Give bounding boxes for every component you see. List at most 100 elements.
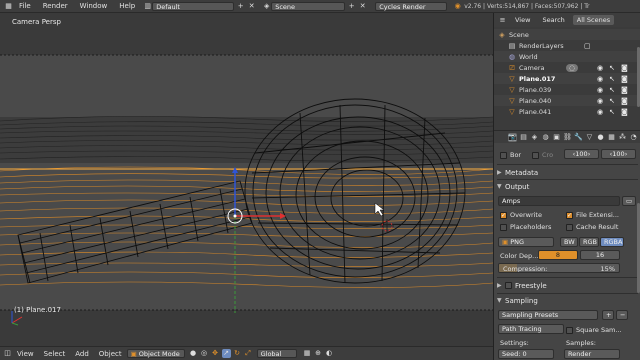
render-tab-icon[interactable]: 📷 [508, 132, 517, 142]
add-preset-icon[interactable]: + [602, 310, 614, 320]
select-arrow-icon[interactable]: ↖ [609, 97, 615, 105]
res-x-field[interactable]: ‹100› [564, 149, 599, 159]
freestyle-check[interactable] [505, 282, 512, 289]
visibility-eye-icon[interactable]: ◉ [597, 97, 603, 105]
translate-icon[interactable]: ↗ [221, 349, 231, 358]
world-tab-icon[interactable]: ◍ [541, 133, 550, 142]
render-camera-icon[interactable]: ◙ [621, 64, 628, 72]
manipulator-icon[interactable]: ✥ [211, 349, 220, 358]
crop-check[interactable] [532, 151, 539, 159]
color-mode-bw[interactable]: BW [560, 237, 578, 247]
particles-tab-icon[interactable]: ⁂ [618, 133, 627, 142]
menu-render[interactable]: Render [37, 2, 74, 10]
crop-checkbox[interactable]: Cro [532, 151, 553, 159]
freestyle-panel-header[interactable]: ▶ Freestyle [497, 280, 638, 291]
texture-tab-icon[interactable]: ▦ [607, 133, 616, 142]
scene-field[interactable]: Scene [271, 1, 346, 11]
constraints-tab-icon[interactable]: ⛓ [563, 133, 572, 142]
folder-browse-icon[interactable]: ▭ [622, 196, 636, 206]
render-camera-icon[interactable]: ◙ [621, 75, 628, 83]
outliner-row-world[interactable]: ◍ World [494, 51, 640, 62]
select-arrow-icon[interactable]: ↖ [609, 75, 615, 83]
outliner-row-plane040[interactable]: ▽ Plane.040 ◉ ↖ ◙ [494, 95, 640, 106]
orientation-select[interactable]: Global [256, 349, 297, 358]
menu-window[interactable]: Window [74, 2, 114, 10]
visibility-eye-icon[interactable]: ◉ [597, 108, 603, 116]
border-check[interactable] [500, 151, 507, 159]
scene-tab-icon[interactable]: ◈ [530, 133, 539, 142]
menu-file[interactable]: File [13, 2, 37, 10]
editor-type-icon[interactable]: ◫ [3, 349, 12, 358]
outliner-display-mode[interactable]: All Scenes [572, 15, 615, 25]
outliner-row-renderlayers[interactable]: ▤ RenderLayers ▢ [494, 40, 640, 51]
sampling-presets-select[interactable]: Sampling Presets [498, 310, 598, 320]
outliner-row-plane041[interactable]: ▽ Plane.041 ◉ ↖ ◙ [494, 106, 640, 117]
outliner-row-camera[interactable]: ⎚ Camera ◌ ◉ ↖ ◙ [494, 62, 640, 73]
pivot-icon[interactable]: ◎ [200, 349, 209, 358]
modifiers-tab-icon[interactable]: 🔧 [574, 133, 583, 142]
seed-field[interactable]: Seed: 0 [498, 349, 554, 359]
visibility-eye-icon[interactable]: ◉ [597, 64, 603, 72]
3d-viewport[interactable]: Camera Persp (1) Plane.017 [0, 13, 493, 346]
render-samples-field[interactable]: Render [564, 349, 620, 359]
outliner-editor-icon[interactable]: ≡ [498, 16, 507, 25]
menu-view[interactable]: View [12, 350, 39, 358]
renderlayers-tab-icon[interactable]: ▤ [519, 133, 528, 142]
add-layout-icon[interactable]: + [236, 2, 245, 11]
cache-result-checkbox[interactable]: Cache Result [566, 223, 618, 231]
file-extension-checkbox[interactable]: ✓ File Extensi... [566, 211, 619, 219]
layers-icon[interactable]: ▦ [303, 349, 312, 358]
color-depth-16[interactable]: 16 [580, 250, 620, 260]
select-arrow-icon[interactable]: ↖ [609, 108, 615, 116]
proportional-icon[interactable]: ◐ [325, 349, 334, 358]
metadata-panel-header[interactable]: ▶ Metadata [497, 167, 638, 178]
outliner-row-plane017[interactable]: ▽ Plane.017 ◉ ↖ ◙ [494, 73, 640, 84]
add-scene-icon[interactable]: + [347, 2, 356, 11]
scale-icon[interactable]: ⤢ [244, 349, 253, 358]
placeholders-check[interactable] [500, 223, 507, 231]
overwrite-check[interactable]: ✓ [500, 211, 507, 219]
compression-slider[interactable]: Compression: 15% [498, 263, 620, 273]
outliner-view-menu[interactable]: View [511, 15, 534, 25]
select-arrow-icon[interactable]: ↖ [609, 86, 615, 94]
editor-type-icon[interactable]: ▦ [4, 2, 13, 11]
outliner-search-menu[interactable]: Search [538, 15, 568, 25]
shading-icon[interactable]: ● [189, 349, 198, 358]
visibility-eye-icon[interactable]: ◉ [597, 86, 603, 94]
file-format-select[interactable]: ▣ PNG [498, 237, 554, 247]
render-engine-select[interactable]: Cycles Render [375, 1, 448, 11]
scene-icon[interactable]: ◈ [262, 2, 271, 11]
menu-help[interactable]: Help [113, 2, 141, 10]
cache-result-check[interactable] [566, 223, 573, 231]
menu-select[interactable]: Select [39, 350, 71, 358]
file-extension-check[interactable]: ✓ [566, 211, 573, 219]
color-mode-rgb[interactable]: RGB [579, 237, 599, 247]
square-samples-checkbox[interactable]: Square Sam... [566, 326, 622, 334]
remove-scene-icon[interactable]: ✕ [358, 2, 367, 11]
visibility-eye-icon[interactable]: ◉ [597, 75, 603, 83]
physics-tab-icon[interactable]: ◔ [629, 133, 638, 142]
placeholders-checkbox[interactable]: Placeholders [500, 223, 551, 231]
color-depth-8[interactable]: 8 [538, 250, 578, 260]
output-panel-header[interactable]: ▼ Output [497, 181, 638, 192]
screen-layout-field[interactable]: Default [152, 1, 235, 11]
mode-select[interactable]: ▣ Object Mode [126, 349, 185, 358]
integrator-select[interactable]: Path Tracing [498, 324, 564, 334]
rotate-icon[interactable]: ↻ [233, 349, 242, 358]
remove-layout-icon[interactable]: ✕ [247, 2, 256, 11]
render-camera-icon[interactable]: ◙ [621, 108, 628, 116]
outliner-row-scene[interactable]: ◈ Scene [494, 29, 640, 40]
menu-object[interactable]: Object [94, 350, 127, 358]
snap-icon[interactable]: ⊕ [314, 349, 323, 358]
material-tab-icon[interactable]: ● [596, 133, 605, 142]
render-camera-icon[interactable]: ◙ [621, 86, 628, 94]
remove-preset-icon[interactable]: − [616, 310, 628, 320]
border-checkbox[interactable]: Bor [500, 151, 521, 159]
res-y-field[interactable]: ‹100› [601, 149, 636, 159]
select-arrow-icon[interactable]: ↖ [609, 64, 615, 72]
layout-icon[interactable]: ▥ [143, 2, 152, 11]
data-tab-icon[interactable]: ▽ [585, 133, 594, 142]
viewport-canvas[interactable] [0, 13, 493, 346]
square-samples-check[interactable] [566, 326, 573, 334]
menu-add[interactable]: Add [70, 350, 94, 358]
